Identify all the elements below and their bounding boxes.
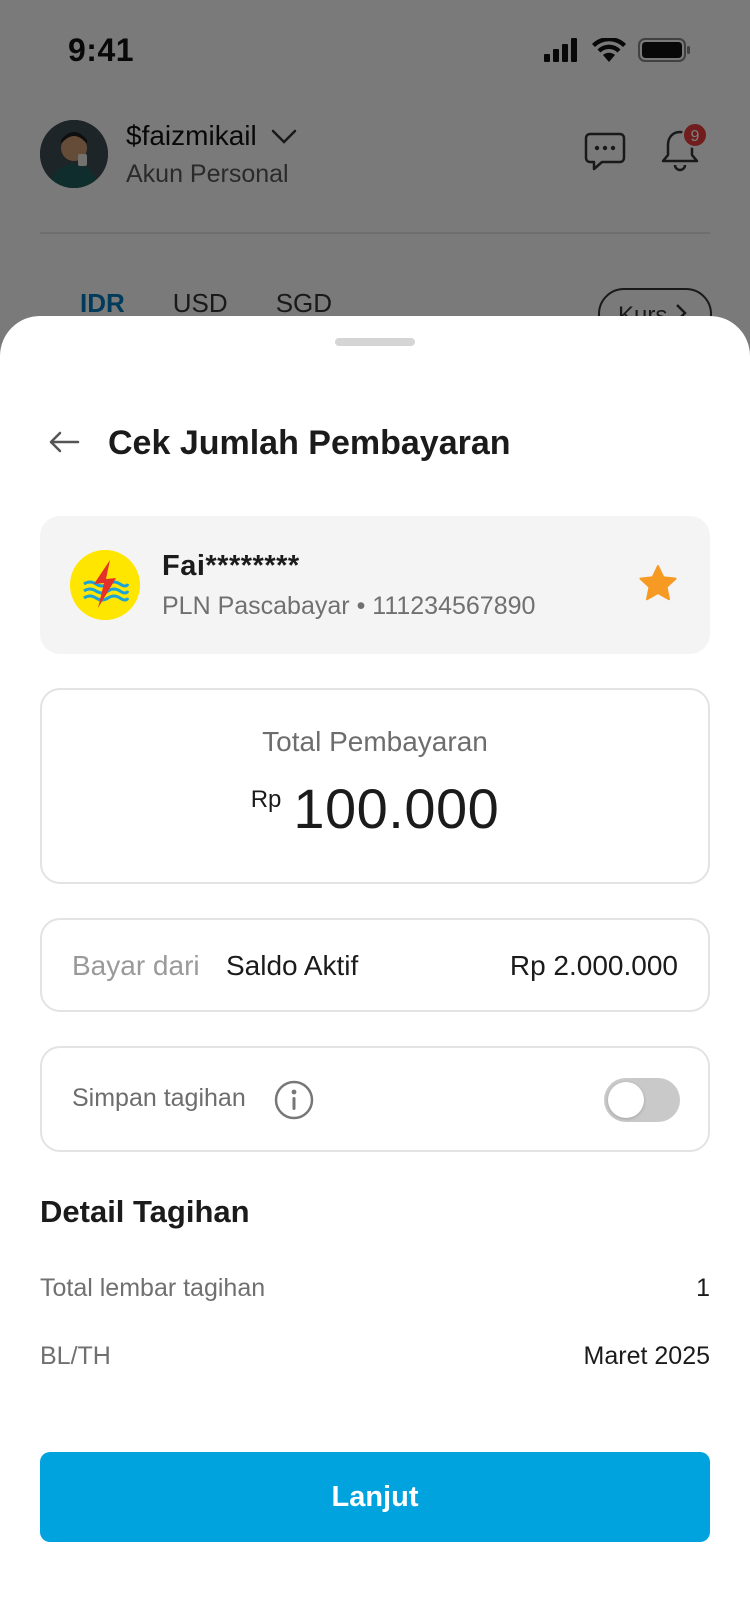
detail-title: Detail Tagihan	[40, 1194, 250, 1229]
detail-key: BL/TH	[40, 1342, 111, 1370]
pln-logo	[70, 550, 140, 620]
star-icon[interactable]	[638, 564, 678, 609]
customer-name: Fai********	[162, 550, 300, 582]
sheet-drag-handle[interactable]	[335, 338, 415, 346]
continue-button[interactable]: Lanjut	[40, 1452, 710, 1542]
pay-from-balance: Rp 2.000.000	[509, 950, 678, 981]
page-title: Cek Jumlah Pembayaran	[108, 424, 511, 462]
customer-subtitle: PLN Pascabayar • 111234567890	[162, 592, 535, 621]
total-payment-card: Total Pembayaran Rp 100.000	[40, 688, 710, 884]
pay-from-source: Saldo Aktif	[226, 950, 359, 981]
total-value: 100.000	[293, 777, 500, 840]
back-arrow-icon	[48, 430, 80, 459]
save-bill-row: Simpan tagihan	[40, 1046, 710, 1152]
toggle-knob	[608, 1082, 644, 1118]
pay-from-label: Bayar dari	[72, 950, 200, 981]
service-name: PLN Pascabayar	[162, 592, 350, 620]
detail-row: BL/TH Maret 2025	[40, 1342, 710, 1378]
info-icon[interactable]	[274, 1080, 314, 1125]
sheet-header: Cek Jumlah Pembayaran	[40, 416, 710, 472]
detail-row: Total lembar tagihan 1	[40, 1274, 710, 1310]
total-currency: Rp	[250, 786, 282, 813]
payment-bottom-sheet: Cek Jumlah Pembayaran Fai******** PLN Pa…	[0, 316, 750, 1624]
detail-key: Total lembar tagihan	[40, 1274, 266, 1302]
detail-value: Maret 2025	[583, 1342, 710, 1370]
total-label: Total Pembayaran	[262, 726, 488, 757]
save-bill-label: Simpan tagihan	[72, 1084, 246, 1112]
total-amount: Rp 100.000	[42, 776, 708, 841]
pay-from-selector[interactable]: Bayar dari Saldo Aktif Rp 2.000.000	[40, 918, 710, 1012]
back-button[interactable]	[40, 422, 88, 466]
save-bill-toggle[interactable]	[604, 1078, 680, 1122]
account-number: 111234567890	[372, 592, 536, 620]
detail-value: 1	[696, 1274, 710, 1302]
separator-dot: •	[356, 592, 366, 620]
customer-card: Fai******** PLN Pascabayar • 11123456789…	[40, 516, 710, 654]
